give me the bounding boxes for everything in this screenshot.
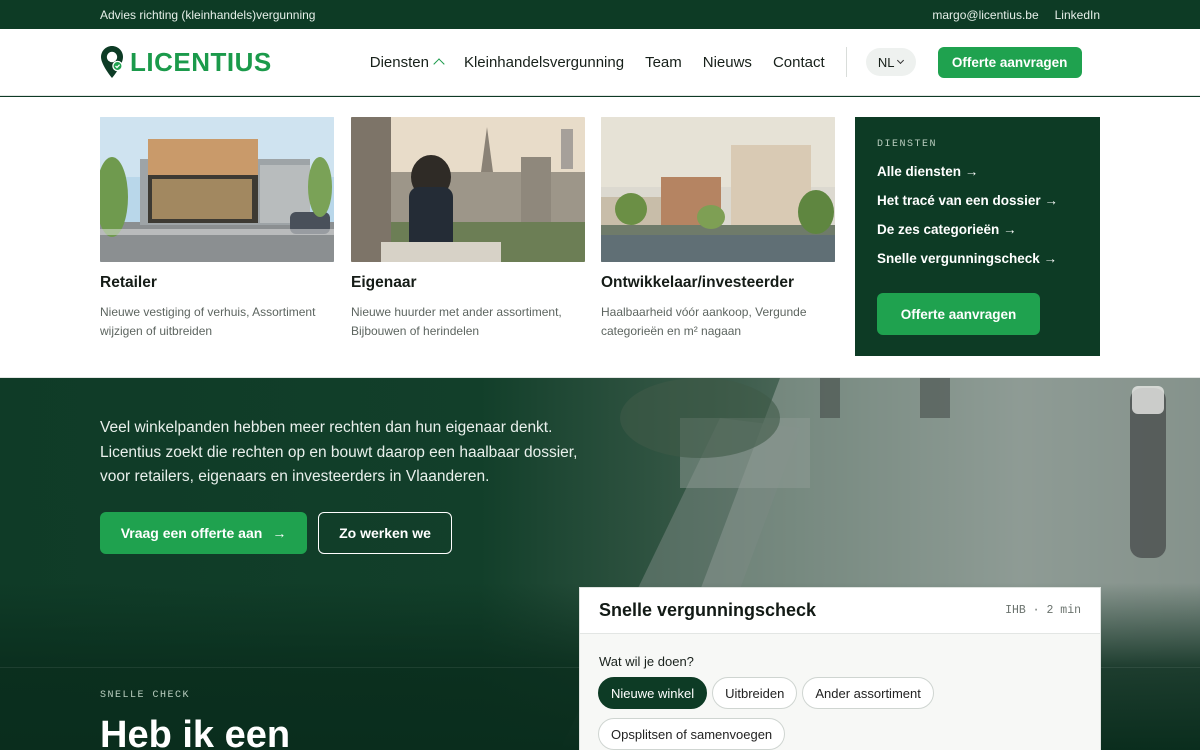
site-header: LICENTIUS Diensten Kleinhandelsvergunnin… [0,29,1200,96]
hero-lead: Veel winkelpanden hebben meer rechten da… [100,419,578,485]
linkedin-link[interactable]: LinkedIn [1055,8,1100,22]
owner-city-image [351,117,585,262]
services-link-list: Alle diensten → Het tracé van een dossie… [877,164,1078,266]
card-ontwikkelaar[interactable]: Ontwikkelaar/investeerder Haalbaarheid v… [601,117,835,341]
side-quote-button[interactable]: Offerte aanvragen [877,293,1040,335]
retail-store-image [100,117,334,262]
chevron-up-icon [433,58,445,70]
button-label: Vraag een offerte aan [120,525,263,541]
link-zes-categorieen[interactable]: De zes categorieën → [877,222,1078,237]
main-nav: Diensten Kleinhandelsvergunning Team Nie… [370,54,825,71]
card-title: Retailer [100,274,157,291]
nav-diensten[interactable]: Diensten [369,53,445,71]
link-trace-dossier[interactable]: Het tracé van een dossier → [877,193,1078,208]
nav-divider [845,47,847,77]
hero-section: Veel winkelpanden hebben meer rechten da… [0,378,1200,750]
tagline: Advies richting (kleinhandels)vergunning [100,7,316,22]
option-uitbreiden[interactable]: Uitbreiden [712,677,798,709]
section-eyebrow: SNELLE CHECK [100,690,191,701]
widget-title: Snelle vergunningscheck [599,600,817,620]
option-opsplitsen[interactable]: Opsplitsen of samenvoegen [598,718,786,750]
chevron-down-icon [897,56,905,65]
nav-label: Diensten [369,53,429,71]
arrow-right-icon: → [272,525,287,541]
option-ander-assortiment[interactable]: Ander assortiment [802,677,934,709]
section-heading: Heb ik een [100,714,291,750]
email-link[interactable]: margo@licentius.be [932,8,1038,22]
services-side-panel: DIENSTEN Alle diensten → Het tracé van e… [855,117,1100,356]
card-eigenaar[interactable]: Eigenaar Nieuwe huurder met ander assort… [351,117,585,341]
map-pin-icon [101,46,123,78]
nav-contact[interactable]: Contact [773,54,825,71]
request-quote-button[interactable]: Vraag een offerte aan → [100,512,307,554]
language-selector[interactable]: NL [865,48,916,76]
card-description: Nieuwe vestiging of verhuis, Assortiment… [100,305,316,338]
quote-button[interactable]: Offerte aanvragen [937,46,1082,78]
widget-header: Snelle vergunningscheck IHB · 2 min [580,588,1100,634]
nav-team[interactable]: Team [645,54,682,71]
developer-buildings-image [601,117,835,262]
services-mega-menu: Retailer Nieuwe vestiging of verhuis, As… [0,97,1200,378]
option-nieuwe-winkel[interactable]: Nieuwe winkel [598,677,708,709]
card-retailer[interactable]: Retailer Nieuwe vestiging of verhuis, As… [100,117,334,341]
logo[interactable]: LICENTIUS [100,45,272,79]
top-bar: Advies richting (kleinhandels)vergunning… [0,0,1200,29]
widget-meta: IHB · 2 min [1005,604,1081,617]
nav-nieuws[interactable]: Nieuws [703,54,752,71]
quick-check-widget: Snelle vergunningscheck IHB · 2 min Wat … [579,587,1101,750]
nav-kleinhandelsvergunning[interactable]: Kleinhandelsvergunning [464,54,624,71]
side-label: DIENSTEN [877,139,938,150]
link-snelle-check[interactable]: Snelle vergunningscheck → [877,251,1078,266]
link-alle-diensten[interactable]: Alle diensten → [877,164,1078,179]
card-description: Nieuwe huurder met ander assortiment, Bi… [351,305,562,338]
card-title: Eigenaar [351,274,417,291]
logo-text: LICENTIUS [130,46,272,77]
language-value: NL [877,54,895,70]
how-we-work-button[interactable]: Zo werken we [318,512,452,554]
card-description: Haalbaarheid vóór aankoop, Vergunde cate… [601,305,807,338]
card-title: Ontwikkelaar/investeerder [601,274,794,291]
widget-question: Wat wil je doen? [599,654,694,669]
option-group: Nieuwe winkel Uitbreiden Ander assortime… [598,677,938,750]
